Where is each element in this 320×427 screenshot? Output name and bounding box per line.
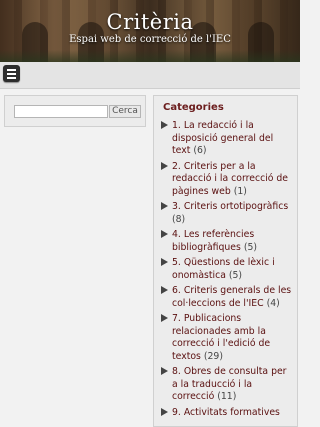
bullet-arrow-icon <box>161 202 168 210</box>
category-link[interactable]: 5. Qüestions de lèxic i onomàstica <box>172 257 275 281</box>
category-count: (5) <box>228 269 243 281</box>
site-title[interactable]: Critèria <box>0 10 300 34</box>
category-item: 3. Criteris ortotipogràfics (8) <box>161 201 293 226</box>
category-count: (5) <box>243 241 258 253</box>
category-link[interactable]: 1. La redacció i la disposició general d… <box>172 120 273 156</box>
category-count: (29) <box>203 350 223 362</box>
category-count: (1) <box>233 185 247 197</box>
category-link[interactable]: 4. Les referències bibliogràfiques <box>172 229 254 253</box>
search-widget: Cerca <box>4 95 146 127</box>
site-tagline: Espai web de correcció de l'IEC <box>69 34 231 45</box>
bullet-arrow-icon <box>161 407 168 416</box>
main-content: Cerca Categories 1. La redacció i la dis… <box>0 89 300 427</box>
search-input[interactable] <box>14 105 108 118</box>
category-count: (6) <box>193 145 207 156</box>
category-link[interactable]: 9. Activitats formatives <box>172 407 280 418</box>
categories-list: 1. La redacció i la disposició general d… <box>161 120 293 422</box>
category-item: 4. Les referències bibliogràfiques (5) <box>161 229 293 254</box>
category-count: (11) <box>217 391 237 402</box>
category-item: 5. Qüestions de lèxic i onomàstica (5) <box>161 257 293 282</box>
category-link[interactable]: 3. Criteris ortotipogràfics <box>172 201 288 212</box>
bullet-arrow-icon <box>161 161 168 170</box>
bullet-arrow-icon <box>161 230 168 238</box>
category-item: 8. Obres de consulta per a la traducció … <box>161 366 293 404</box>
category-item: 6. Criteris generals de les col·leccions… <box>161 285 293 310</box>
category-item: 9. Activitats formatives <box>161 407 293 420</box>
category-item: 2. Criteris per a la redacció i la corre… <box>161 161 293 199</box>
bullet-arrow-icon <box>161 286 168 294</box>
header-plants <box>0 50 300 62</box>
category-item: 7. Publicacions relacionades amb la corr… <box>161 313 293 363</box>
category-count: (8) <box>172 213 186 225</box>
site-header: Critèria Espai web de correcció de l'IEC <box>0 0 300 62</box>
category-item: 1. La redacció i la disposició general d… <box>161 120 293 158</box>
bullet-arrow-icon <box>161 314 168 322</box>
search-button[interactable]: Cerca <box>109 105 141 118</box>
navbar <box>0 62 300 89</box>
hamburger-menu-icon[interactable] <box>3 65 20 82</box>
bullet-arrow-icon <box>161 367 168 375</box>
categories-widget: Categories 1. La redacció i la disposici… <box>153 95 298 427</box>
category-count: (4) <box>266 297 280 309</box>
bullet-arrow-icon <box>161 258 168 266</box>
bullet-arrow-icon <box>161 121 168 129</box>
category-link[interactable]: 2. Criteris per a la redacció i la corre… <box>172 161 288 197</box>
categories-heading: Categories <box>163 102 224 113</box>
